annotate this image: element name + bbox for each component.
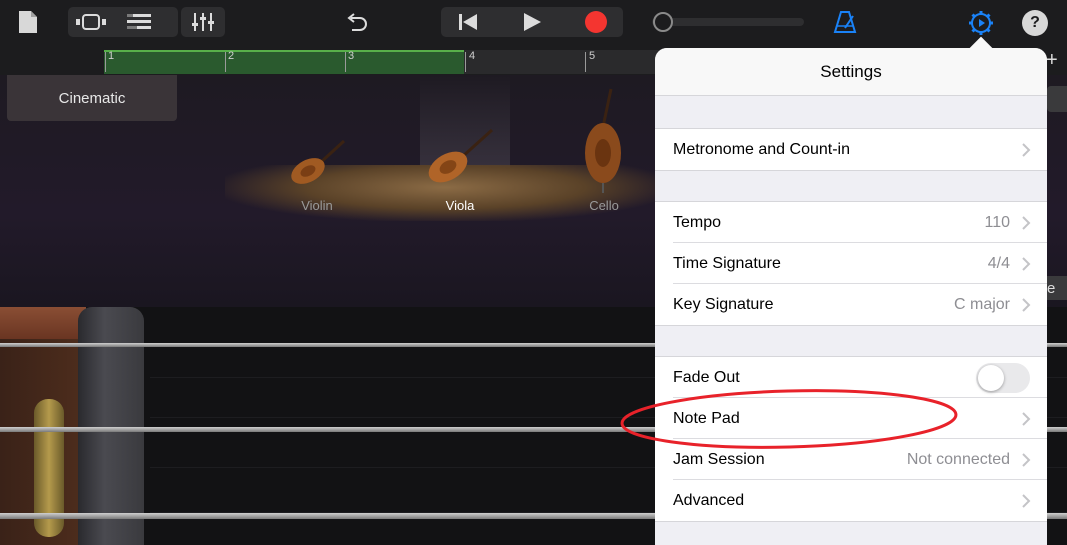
metronome-label: Metronome and Count-in: [673, 140, 850, 158]
ruler-tick: [105, 52, 106, 72]
fade-out-toggle[interactable]: [976, 362, 1030, 393]
instrument-label-violin[interactable]: Violin: [290, 198, 344, 213]
cello-image[interactable]: [581, 87, 625, 193]
rewind-icon[interactable]: [448, 9, 488, 35]
chevron-right-icon: [1022, 411, 1031, 426]
ruler-bar-number: 4: [469, 50, 476, 62]
time-signature-label: Time Signature: [673, 254, 781, 272]
chevron-right-icon: [1022, 256, 1031, 271]
group-divider: [655, 325, 1047, 326]
chevron-right-icon: [1022, 215, 1031, 230]
settings-title: Settings: [655, 48, 1047, 96]
group-divider: [655, 521, 1047, 522]
chevron-right-icon: [1022, 493, 1031, 508]
instrument-label-viola[interactable]: Viola: [432, 198, 488, 213]
ruler-tick: [465, 52, 466, 72]
time-signature-value: 4/4: [987, 254, 1010, 272]
ruler-tick: [225, 52, 226, 72]
side-button-peek[interactable]: e: [1045, 276, 1067, 300]
help-icon[interactable]: ?: [1022, 10, 1048, 36]
help-icon-label: ?: [1030, 14, 1040, 31]
mixer-icon[interactable]: [186, 9, 220, 35]
chevron-right-icon: [1022, 452, 1031, 467]
ruler-bar-number: 1: [108, 50, 115, 62]
tempo-row[interactable]: Tempo 110: [655, 202, 1047, 243]
add-section-button[interactable]: +: [1046, 49, 1058, 72]
instrument-label-cello[interactable]: Cello: [580, 198, 628, 213]
ruler-tick: [345, 52, 346, 72]
metronome-row[interactable]: Metronome and Count-in: [655, 129, 1047, 170]
instrument-body-top: [0, 307, 86, 339]
ruler-tick: [585, 52, 586, 72]
ruler-loop-region: [104, 50, 464, 74]
track-header-peek[interactable]: [1047, 86, 1067, 112]
ruler-bar-number: 2: [228, 50, 235, 62]
tempo-label: Tempo: [673, 213, 722, 231]
advanced-row[interactable]: Advanced: [655, 480, 1047, 521]
key-signature-label: Key Signature: [673, 295, 774, 313]
ruler-bar-number: 3: [348, 50, 355, 62]
time-signature-row[interactable]: Time Signature 4/4: [655, 243, 1047, 284]
play-icon[interactable]: [510, 9, 554, 35]
settings-popover: Settings Metronome and Count-in Tempo 11…: [655, 48, 1047, 545]
chevron-right-icon: [1022, 297, 1031, 312]
key-signature-row[interactable]: Key Signature C major: [655, 284, 1047, 325]
violin-image[interactable]: [286, 137, 348, 187]
viola-image[interactable]: [424, 127, 496, 187]
advanced-label: Advanced: [673, 491, 745, 509]
document-icon[interactable]: [16, 10, 40, 34]
tempo-value: 110: [984, 213, 1010, 231]
record-icon[interactable]: [574, 9, 618, 35]
track-list-icon[interactable]: [118, 9, 160, 35]
ruler-bar-number: 5: [589, 50, 596, 62]
fade-out-label: Fade Out: [673, 368, 740, 386]
toolbar: ?: [0, 0, 1067, 48]
preset-button[interactable]: Cinematic: [7, 75, 177, 121]
jam-session-label: Jam Session: [673, 450, 765, 468]
chevron-right-icon: [1022, 142, 1031, 157]
toggle-knob: [978, 364, 1004, 391]
tracks-view-icon[interactable]: [70, 9, 112, 35]
settings-icon[interactable]: [966, 8, 996, 38]
metronome-icon[interactable]: [830, 8, 860, 36]
master-volume-slider[interactable]: [652, 12, 804, 32]
undo-icon[interactable]: [342, 10, 372, 36]
group-divider: [655, 170, 1047, 171]
annotation-ellipse: [620, 389, 958, 449]
key-signature-value: C major: [953, 295, 1010, 313]
jam-session-value: Not connected: [906, 450, 1010, 468]
